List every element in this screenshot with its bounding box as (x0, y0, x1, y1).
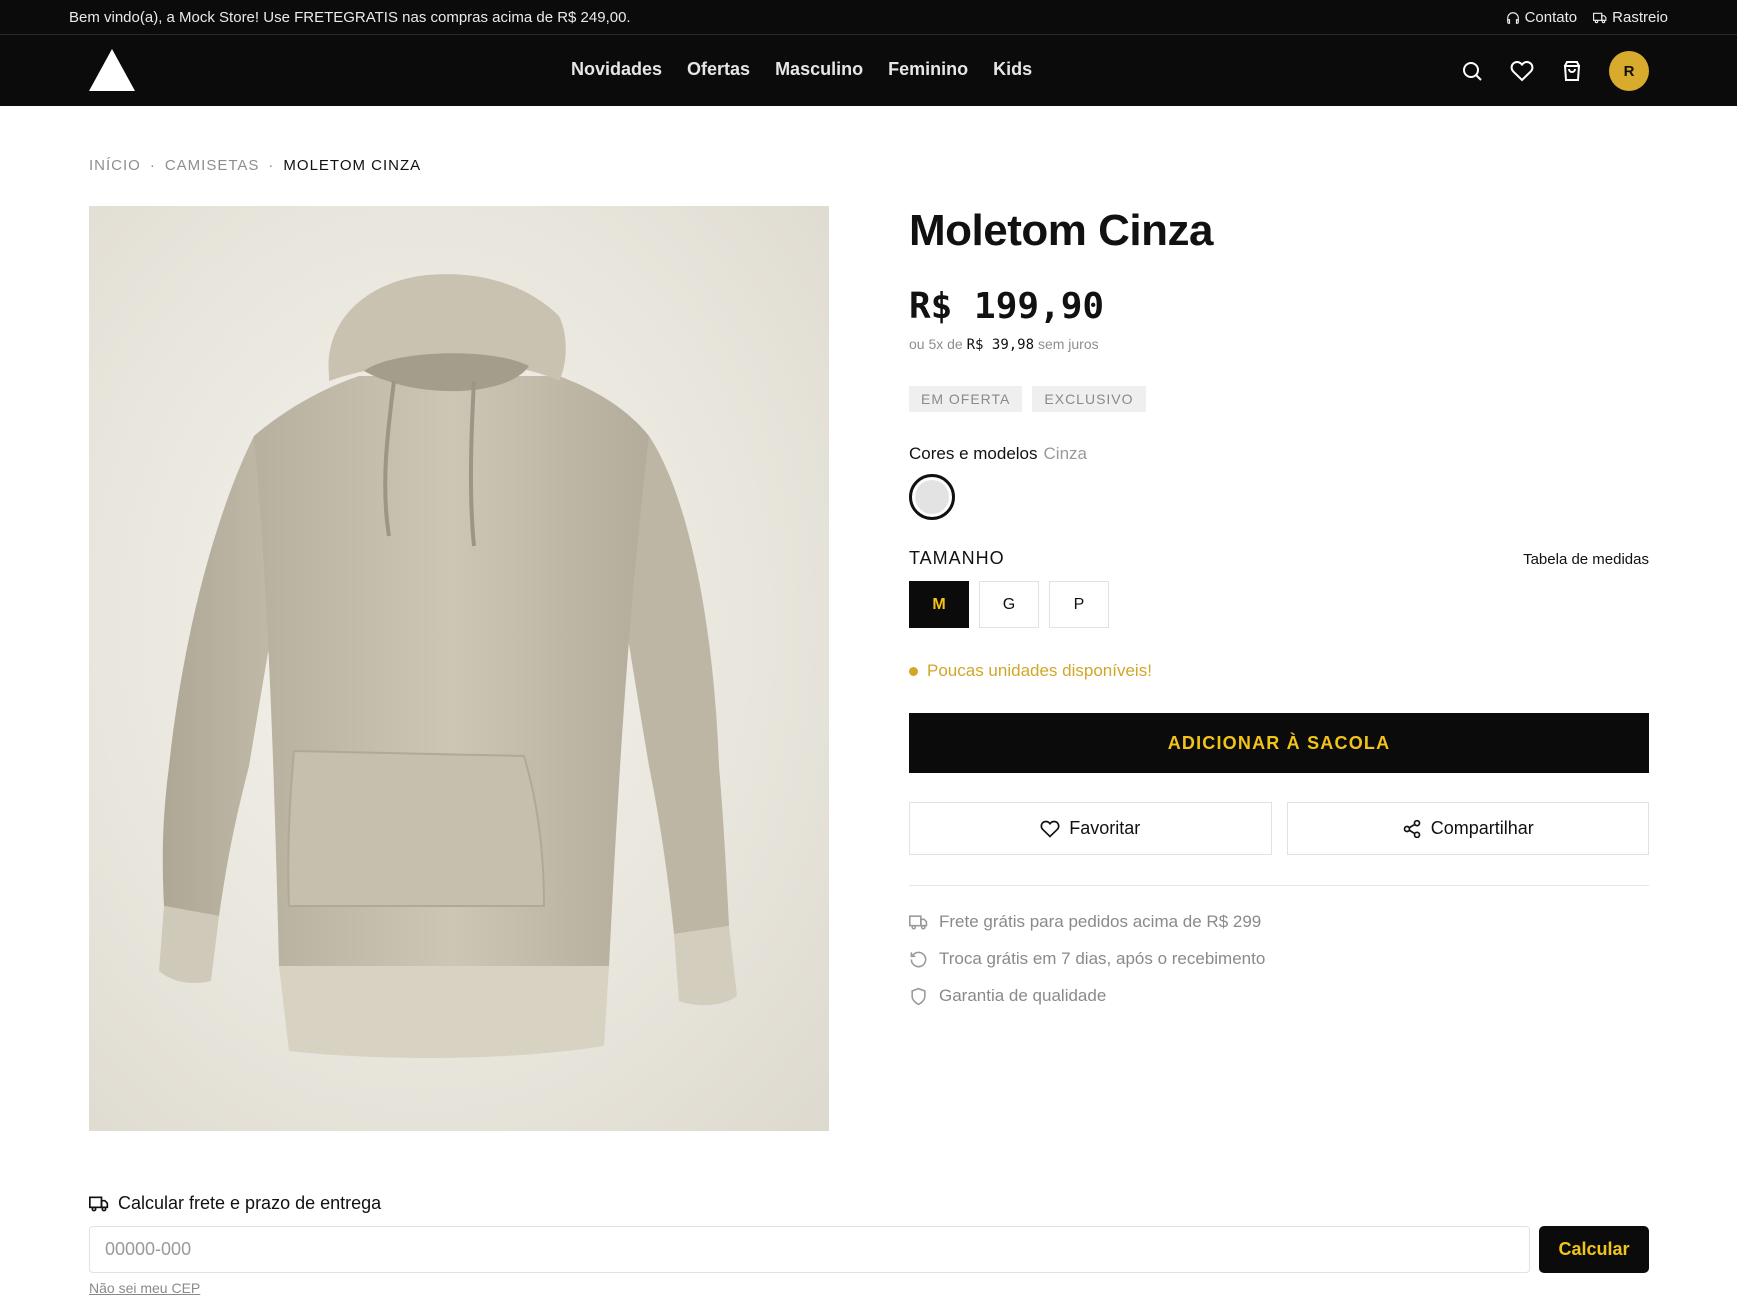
shipping-calculator-title: Calcular frete e prazo de entrega (89, 1193, 381, 1214)
wishlist-button[interactable] (1509, 58, 1535, 84)
perk-label: Troca grátis em 7 dias, após o recebimen… (939, 949, 1266, 968)
announcement-message: Bem vindo(a), a Mock Store! Use FRETEGRA… (69, 9, 631, 26)
topbar-links: Contato Rastreio (1506, 9, 1668, 26)
product-title: Moletom Cinza (909, 206, 1213, 255)
calculate-shipping-button[interactable]: Calcular (1539, 1226, 1649, 1273)
store-logo[interactable] (89, 49, 135, 91)
stock-warning: Poucas unidades disponíveis! (909, 661, 1152, 681)
size-chart-link[interactable]: Tabela de medidas (1523, 551, 1649, 568)
shield-icon (911, 987, 926, 1005)
size-option-p[interactable]: P (1049, 581, 1109, 628)
announcement-bar: Bem vindo(a), a Mock Store! Use FRETEGRA… (0, 0, 1737, 35)
badge-exclusive: EXCLUSIVO (1032, 386, 1146, 412)
breadcrumb: INÍCIO · CAMISETAS · MOLETOM CINZA (89, 157, 421, 174)
breadcrumb-separator: · (149, 157, 156, 174)
tracking-label: Rastreio (1612, 9, 1668, 26)
color-swatch-cinza[interactable] (909, 474, 955, 520)
nav-novidades[interactable]: Novidades (571, 59, 662, 80)
contact-label: Contato (1524, 9, 1578, 26)
secondary-actions: Favoritar Compartilhar (909, 802, 1649, 855)
nav-ofertas[interactable]: Ofertas (687, 59, 750, 80)
search-icon (1463, 62, 1482, 81)
colors-label: Cores e modelos Cinza (909, 444, 1087, 464)
share-icon (1403, 819, 1421, 838)
perk-quality-guarantee: Garantia de qualidade (909, 986, 1265, 1006)
cart-button[interactable] (1559, 58, 1585, 84)
main-header: Novidades Ofertas Masculino Feminino Kid… (0, 35, 1737, 106)
bag-icon (1563, 61, 1581, 81)
installments-prefix: ou 5x de (909, 336, 963, 352)
perk-label: Garantia de qualidade (939, 986, 1107, 1005)
unknown-cep-link[interactable]: Não sei meu CEP (89, 1280, 200, 1296)
product-image[interactable] (89, 206, 829, 1131)
breadcrumb-category[interactable]: CAMISETAS (165, 157, 260, 174)
contact-link[interactable]: Contato (1506, 9, 1578, 26)
perk-free-shipping: Frete grátis para pedidos acima de R$ 29… (909, 912, 1265, 932)
perk-label: Frete grátis para pedidos acima de R$ 29… (939, 912, 1262, 931)
truck-icon (909, 914, 928, 930)
user-avatar[interactable]: R (1609, 51, 1649, 91)
favorite-button[interactable]: Favoritar (909, 802, 1272, 855)
product-price: R$ 199,90 (909, 286, 1105, 327)
product-perks: Frete grátis para pedidos acima de R$ 29… (909, 912, 1265, 1023)
size-option-g[interactable]: G (979, 581, 1039, 628)
stock-message: Poucas unidades disponíveis! (927, 661, 1152, 680)
shipping-title-label: Calcular frete e prazo de entrega (118, 1193, 382, 1213)
nav-masculino[interactable]: Masculino (775, 59, 863, 80)
size-label: TAMANHO (909, 548, 1005, 568)
share-button[interactable]: Compartilhar (1286, 802, 1649, 855)
add-to-bag-button[interactable]: ADICIONAR À SACOLA (909, 713, 1649, 773)
heart-icon (1040, 820, 1060, 838)
breadcrumb-home[interactable]: INÍCIO (89, 157, 141, 174)
colors-title: Cores e modelos (909, 444, 1038, 463)
installments-suffix: sem juros (1037, 336, 1099, 352)
badge-offer: EM OFERTA (909, 386, 1023, 412)
header-actions: R (1459, 51, 1649, 91)
tracking-link[interactable]: Rastreio (1593, 9, 1668, 26)
size-option-m[interactable]: M (909, 581, 969, 628)
truck-icon (1593, 12, 1607, 23)
divider (909, 885, 1649, 886)
nav-kids[interactable]: Kids (993, 59, 1032, 80)
installments-value: R$ 39,98 (966, 337, 1035, 353)
truck-icon (89, 1196, 109, 1211)
breadcrumb-separator: · (268, 157, 275, 174)
headphones-icon (1506, 11, 1519, 24)
breadcrumb-current: MOLETOM CINZA (283, 157, 422, 174)
search-button[interactable] (1459, 58, 1485, 84)
stock-dot-icon (909, 666, 918, 676)
perk-free-exchange: Troca grátis em 7 dias, após o recebimen… (909, 949, 1265, 969)
product-badges: EM OFERTA EXCLUSIVO (909, 386, 1146, 412)
main-nav: Novidades Ofertas Masculino Feminino Kid… (571, 59, 1032, 80)
selected-color: Cinza (1043, 444, 1087, 463)
share-label: Compartilhar (1430, 818, 1534, 838)
favorite-label: Favoritar (1069, 818, 1141, 838)
nav-feminino[interactable]: Feminino (888, 59, 968, 80)
rotate-icon (910, 951, 927, 967)
installments-info: ou 5x de R$ 39,98 sem juros (909, 336, 1099, 353)
size-options: M G P (909, 581, 1109, 628)
cep-input[interactable] (89, 1226, 1530, 1273)
hoodie-illustration (159, 274, 737, 1058)
heart-icon (1510, 61, 1534, 82)
